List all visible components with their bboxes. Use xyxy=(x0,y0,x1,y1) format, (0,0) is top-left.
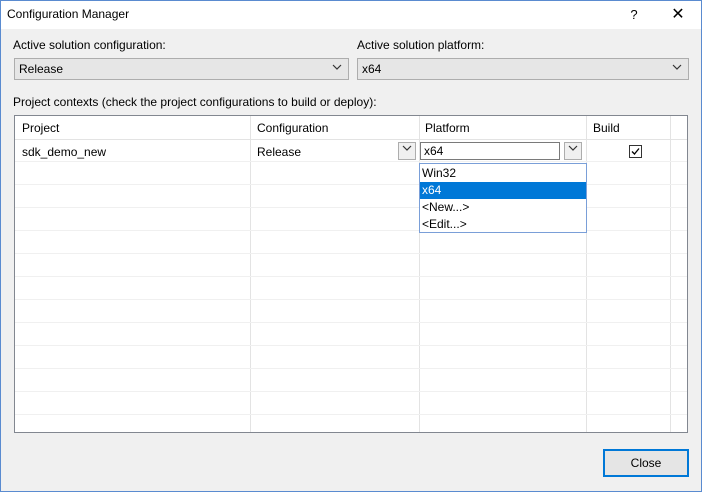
grid-row-divider xyxy=(15,322,687,323)
grid-row-divider xyxy=(15,161,687,162)
chevron-down-icon xyxy=(332,62,342,75)
grid-row-divider xyxy=(15,368,687,369)
active-platform-combo[interactable]: x64 xyxy=(357,58,689,80)
help-button[interactable]: ? xyxy=(619,1,649,29)
platform-option-win32[interactable]: Win32 xyxy=(420,165,586,182)
project-contexts-grid: Project Configuration Platform Build sdk… xyxy=(14,115,688,433)
grid-row-divider xyxy=(15,299,687,300)
grid-row-divider xyxy=(15,345,687,346)
column-header-project: Project xyxy=(22,121,60,135)
grid-row-divider xyxy=(15,276,687,277)
grid-row-divider xyxy=(15,414,687,415)
configuration-dropdown-button[interactable] xyxy=(398,142,416,160)
active-configuration-label: Active solution configuration: xyxy=(13,38,166,52)
active-configuration-value: Release xyxy=(19,62,64,76)
platform-cell-value: x64 xyxy=(424,144,444,158)
active-platform-value: x64 xyxy=(362,62,382,76)
platform-dropdown-list: Win32 x64 <New...> <Edit...> xyxy=(419,163,587,233)
project-contexts-label: Project contexts (check the project conf… xyxy=(13,95,377,109)
window-title: Configuration Manager xyxy=(7,7,130,21)
window-close-button[interactable]: ✕ xyxy=(663,1,693,29)
column-header-platform: Platform xyxy=(425,121,470,135)
checkmark-icon xyxy=(631,148,640,155)
grid-column-divider xyxy=(250,116,251,432)
chevron-down-icon xyxy=(672,62,682,75)
title-bar: Configuration Manager ? ✕ xyxy=(1,1,701,29)
platform-cell-input[interactable]: x64 xyxy=(420,142,560,160)
chevron-down-icon xyxy=(568,145,578,151)
column-header-build: Build xyxy=(593,121,620,135)
build-checkbox[interactable] xyxy=(629,145,642,158)
grid-column-divider xyxy=(670,116,671,432)
column-header-configuration: Configuration xyxy=(257,121,329,135)
active-platform-label: Active solution platform: xyxy=(357,38,485,52)
configuration-manager-window: Configuration Manager ? ✕ Active solutio… xyxy=(0,0,702,492)
platform-option-edit[interactable]: <Edit...> xyxy=(420,216,586,233)
chevron-down-icon xyxy=(402,145,412,151)
platform-option-new[interactable]: <New...> xyxy=(420,199,586,216)
grid-row-divider xyxy=(15,391,687,392)
grid-header-divider xyxy=(15,139,687,140)
grid-row-divider xyxy=(15,253,687,254)
configuration-cell-value: Release xyxy=(257,145,302,159)
project-name-cell: sdk_demo_new xyxy=(22,145,107,159)
platform-dropdown-button[interactable] xyxy=(564,142,582,160)
platform-option-x64[interactable]: x64 xyxy=(420,182,586,199)
close-button[interactable]: Close xyxy=(603,449,689,477)
active-configuration-combo[interactable]: Release xyxy=(14,58,349,80)
